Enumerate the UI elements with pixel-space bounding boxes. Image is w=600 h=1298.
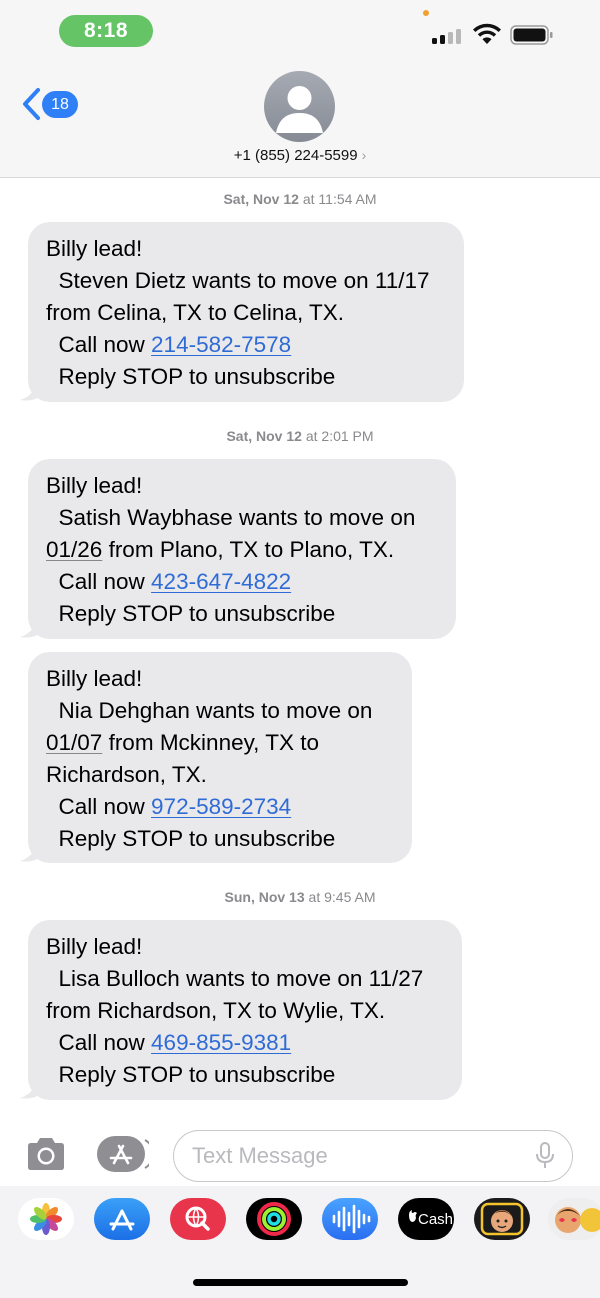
message-line: Nia Dehghan wants to move on: [46, 698, 373, 723]
message-input[interactable]: Text Message: [173, 1130, 573, 1182]
message-line: Steven Dietz wants to move on 11/17: [46, 268, 430, 293]
status-bar: 8:18: [0, 0, 600, 64]
date-link[interactable]: 01/07: [46, 730, 102, 755]
message-line: Call now: [46, 569, 152, 594]
contact-number: +1 (855) 224-5599: [233, 147, 358, 164]
home-indicator[interactable]: [193, 1279, 408, 1286]
message-line: Billy lead!: [46, 934, 143, 959]
message-line: Satish Waybhase wants to move on: [46, 505, 416, 530]
apple-cash-icon[interactable]: Cash: [398, 1198, 454, 1240]
microphone-icon[interactable]: [535, 1141, 555, 1171]
message-timestamp: Sat, Nov 12 at 2:01 PM: [226, 428, 374, 444]
date-link[interactable]: 01/26: [46, 537, 102, 562]
person-icon: [276, 86, 323, 133]
message-input-placeholder: Text Message: [192, 1143, 328, 1168]
battery-icon: [510, 25, 553, 45]
chevron-right-icon: ›: [361, 147, 367, 163]
message-line: from Celina, TX to Celina, TX.: [46, 300, 345, 325]
message-line: Reply STOP to unsubscribe: [46, 1062, 336, 1087]
unread-count-badge[interactable]: 18: [42, 91, 78, 118]
animoji-icon[interactable]: [548, 1198, 600, 1240]
message-timestamp: Sat, Nov 12 at 11:54 AM: [223, 191, 377, 207]
cellular-signal-icon: [432, 27, 464, 44]
message-line: Reply STOP to unsubscribe: [46, 364, 336, 389]
message-bubble[interactable]: Billy lead! Lisa Bulloch wants to move o…: [28, 920, 462, 1100]
photos-icon[interactable]: [18, 1198, 74, 1240]
message-line: Lisa Bulloch wants to move on 11/27: [46, 966, 424, 991]
phone-link[interactable]: 972-589-2734: [151, 794, 291, 819]
wifi-icon: [473, 23, 501, 44]
app-store-icon[interactable]: [94, 1198, 150, 1240]
app-store-icon[interactable]: [97, 1136, 149, 1172]
message-line: Call now: [46, 1030, 152, 1055]
message-line: Call now: [46, 794, 152, 819]
message-line: Billy lead!: [46, 666, 143, 691]
phone-link[interactable]: 214-582-7578: [151, 332, 291, 357]
message-line: from Richardson, TX to Wylie, TX.: [46, 998, 386, 1023]
contact-name-button[interactable]: +1 (855) 224-5599 ›: [0, 147, 600, 164]
memoji-icon[interactable]: [474, 1198, 530, 1240]
search-images-icon[interactable]: [170, 1198, 226, 1240]
message-line: Richardson, TX.: [46, 762, 207, 787]
message-line: Billy lead!: [46, 473, 143, 498]
audio-message-icon[interactable]: [322, 1198, 378, 1240]
message-line: Call now: [46, 332, 152, 357]
message-line: from Plano, TX to Plano, TX.: [102, 537, 395, 562]
message-bubble[interactable]: Billy lead! Nia Dehghan wants to move on…: [28, 652, 412, 863]
message-timestamp: Sun, Nov 13 at 9:45 AM: [224, 889, 376, 905]
contact-avatar[interactable]: [264, 71, 335, 142]
message-line: Reply STOP to unsubscribe: [46, 826, 336, 851]
status-time[interactable]: 8:18: [59, 15, 153, 47]
back-chevron-icon[interactable]: [20, 86, 44, 122]
message-line: Reply STOP to unsubscribe: [46, 601, 336, 626]
phone-link[interactable]: 469-855-9381: [151, 1030, 291, 1055]
message-bubble[interactable]: Billy lead! Satish Waybhase wants to mov…: [28, 459, 456, 639]
conversation-header: 18 +1 (855) 224-5599 ›: [0, 64, 600, 178]
message-line: Billy lead!: [46, 236, 143, 261]
privacy-indicator-dot: [423, 10, 429, 16]
message-bubble[interactable]: Billy lead! Steven Dietz wants to move o…: [28, 222, 464, 402]
cash-label: Cash: [418, 1211, 453, 1228]
phone-link[interactable]: 423-647-4822: [151, 569, 291, 594]
message-line: from Mckinney, TX to: [102, 730, 320, 755]
camera-icon[interactable]: [24, 1136, 68, 1172]
activity-icon[interactable]: [246, 1198, 302, 1240]
